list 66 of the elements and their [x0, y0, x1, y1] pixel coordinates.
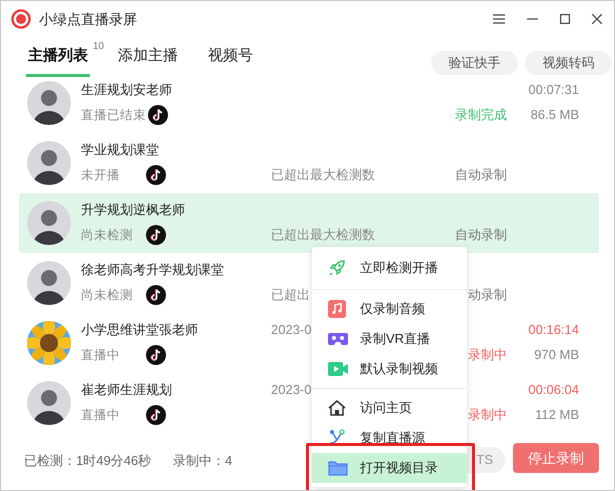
recording-mode: 录制完成 [455, 106, 507, 124]
streamer-name: 生涯规划安老师 [81, 81, 173, 100]
detection-note: 已超出最大检测数 [271, 226, 375, 244]
duration: 00:06:04 [527, 381, 579, 400]
detection-note: 已超出最大检测数 [271, 166, 375, 184]
streamer-name: 小学思维讲堂張老师 [81, 321, 199, 340]
recording-count: 录制中：4 [173, 452, 232, 470]
menu-item[interactable]: 打开视频目录 [312, 453, 467, 483]
folder-icon [328, 460, 348, 476]
record-logo-icon [11, 9, 31, 29]
menu-item[interactable]: 默认录制视频 [312, 354, 467, 384]
detection-note: 已超出 [271, 286, 310, 304]
file-size: 86.5 MB [530, 106, 579, 124]
recording-mode: 自动录制 [455, 226, 507, 244]
avatar-icon [27, 261, 71, 305]
music-note-icon [146, 285, 166, 305]
selected-row[interactable]: 升学规划逆枫老师 尚未检测 已超出最大检测数 自动录制 [19, 193, 599, 253]
music-note-icon [146, 405, 166, 425]
recording-mode: 录制中 [468, 406, 507, 424]
tab-count: 10 [92, 40, 104, 54]
streamer-name: 升学规划逆枫老师 [81, 201, 186, 220]
menu-item[interactable]: 访问主页 [312, 393, 467, 423]
duration: 00:16:14 [527, 321, 579, 340]
start-time: 2023-0 [271, 321, 312, 340]
file-size: 112 MB [534, 406, 579, 424]
rocket-icon [328, 259, 346, 277]
window-title: 小绿点直播录屏 [39, 10, 137, 28]
streamer-name: 崔老师生涯规划 [81, 381, 173, 400]
menu-item[interactable]: 复制直播源 [312, 423, 467, 453]
music-note-icon [146, 225, 166, 245]
tab[interactable]: 添加主播 [116, 45, 180, 76]
video-camera-icon [328, 362, 348, 376]
streamer-name: 学业规划课堂 [81, 141, 160, 160]
menu-item[interactable]: 立即检测开播 [312, 251, 467, 285]
start-time: 2023-0 [271, 381, 312, 400]
live-status: 直播中 [81, 346, 121, 364]
menu-icon[interactable] [493, 14, 505, 24]
music-note-icon [148, 105, 168, 125]
tab[interactable]: 视频号 [206, 45, 255, 76]
maximize-icon[interactable] [560, 14, 570, 24]
menu-item[interactable]: 仅录制音频 [312, 294, 467, 324]
detection-time: 已检测：1时49分46秒 [24, 452, 152, 470]
header-button[interactable]: 验证快手 [431, 51, 518, 75]
music-note-icon [146, 165, 166, 185]
recording-mode: 动录制 [468, 286, 507, 304]
music-note-icon [328, 300, 346, 318]
home-icon [328, 399, 346, 417]
streamer-name: 徐老师高考升学规划课堂 [81, 261, 225, 280]
header-button[interactable]: 视频转码 [525, 51, 612, 75]
live-status: 尚未检测 [81, 226, 134, 244]
minimize-icon[interactable] [527, 18, 538, 20]
avatar-icon [27, 81, 71, 125]
recording-mode: 自动录制 [455, 166, 507, 184]
live-status: 直播已结束 [81, 106, 146, 124]
menu-item[interactable]: 录制VR直播 [312, 324, 467, 354]
goggles-icon [328, 332, 348, 346]
close-icon[interactable] [592, 14, 602, 24]
avatar-icon [27, 201, 71, 245]
live-status: 尚未检测 [81, 286, 134, 304]
recording-mode: 录制中 [468, 346, 507, 364]
live-status: 未开播 [81, 166, 121, 184]
avatar-icon [27, 381, 71, 425]
live-status: 直播中 [81, 406, 121, 424]
duration: 00:07:31 [527, 81, 579, 100]
music-note-icon [146, 345, 166, 365]
file-size: 970 MB [533, 346, 579, 364]
